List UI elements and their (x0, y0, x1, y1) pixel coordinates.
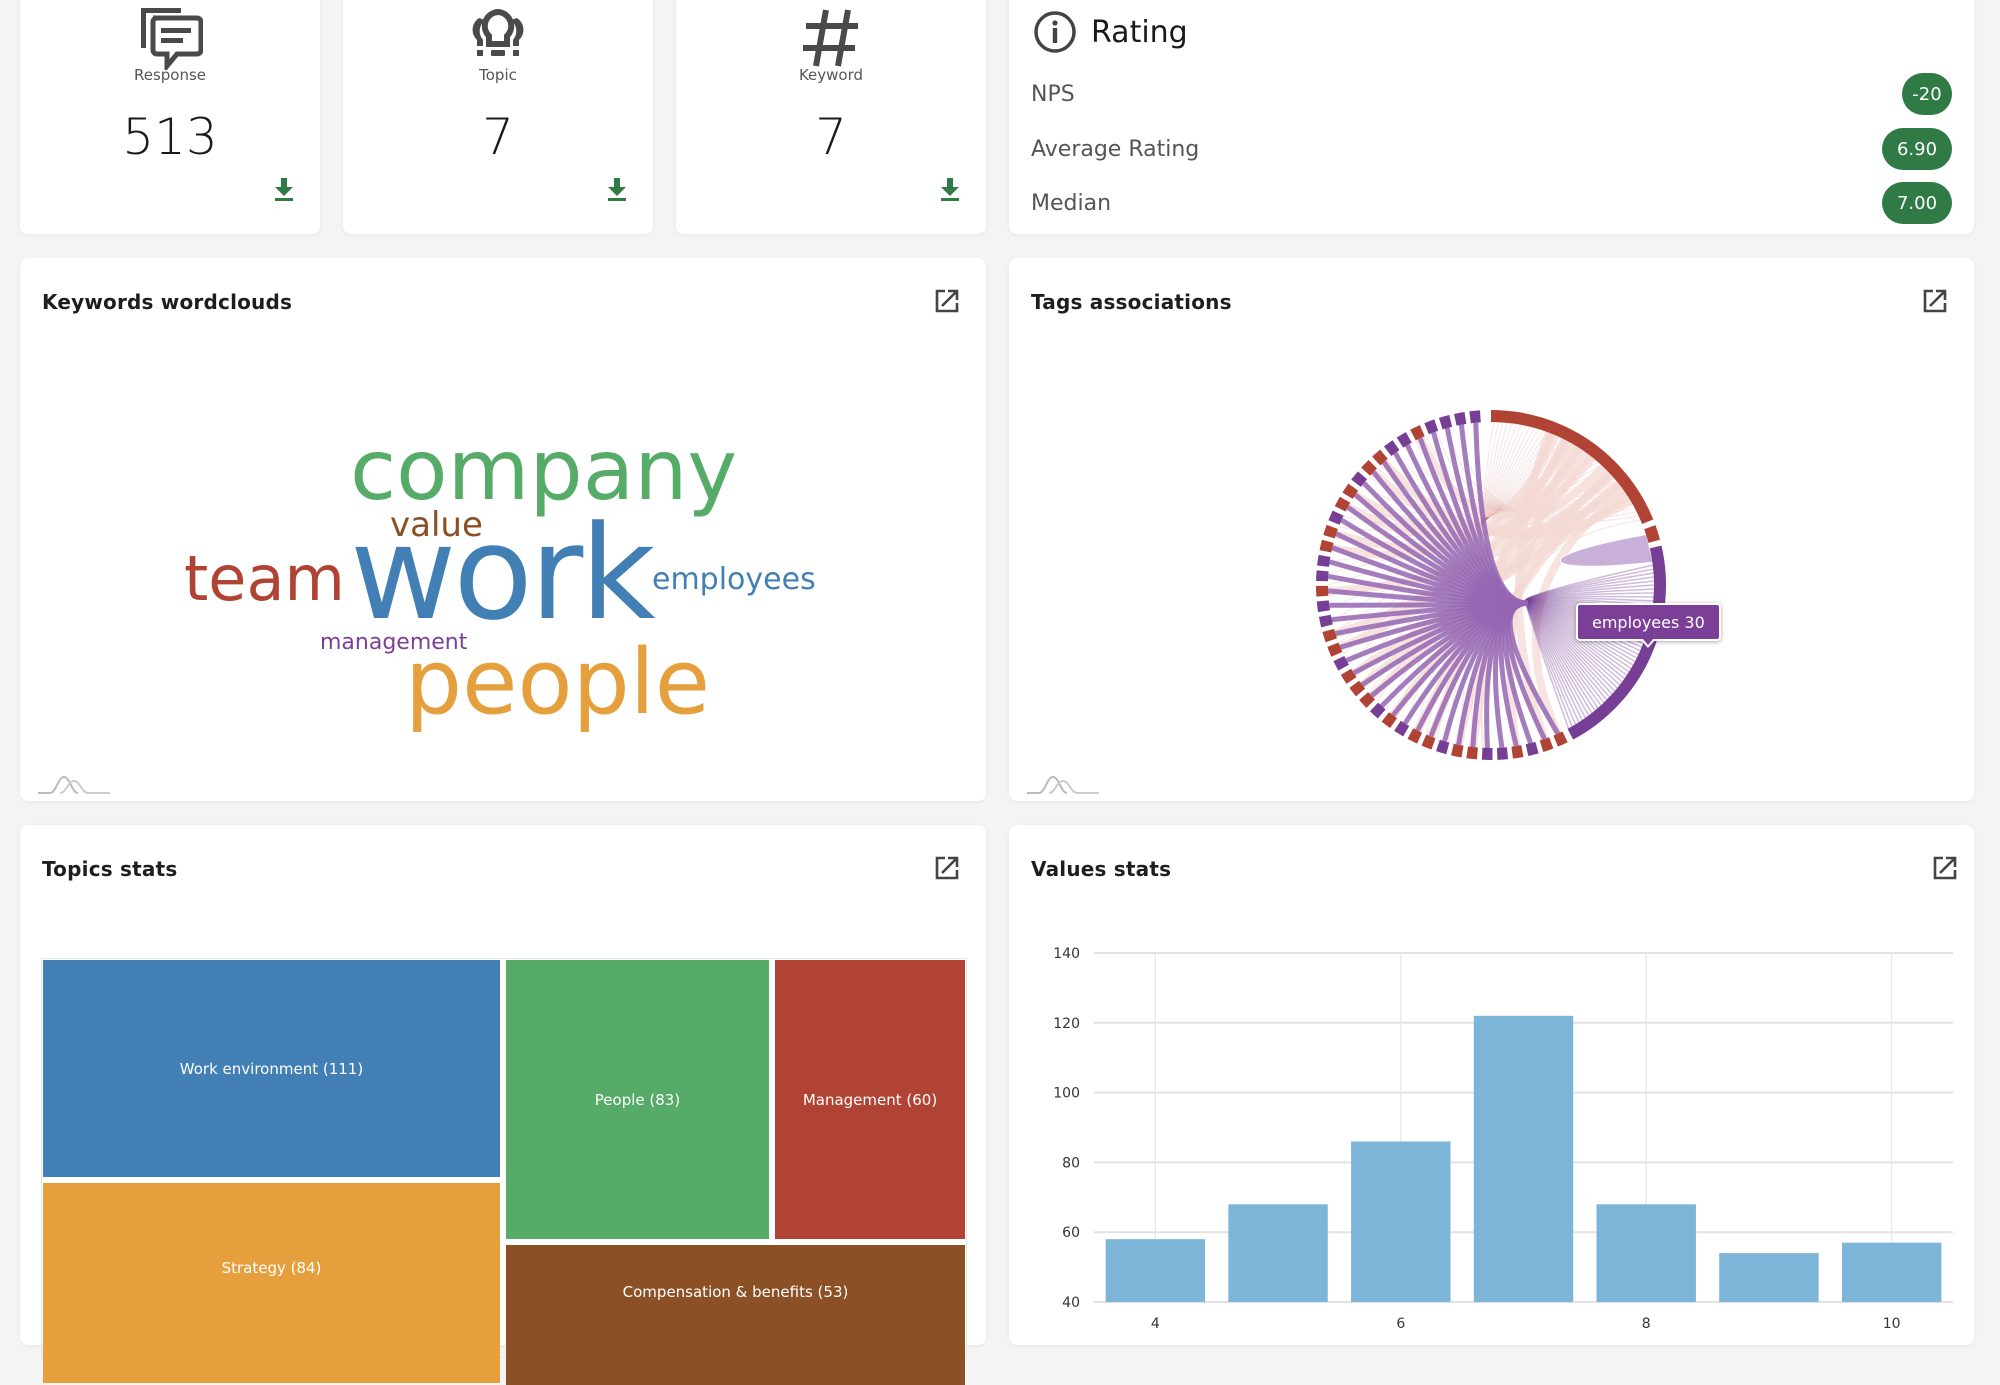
expand-icon[interactable] (934, 855, 960, 881)
wordcloud-word[interactable]: employees (652, 565, 816, 595)
bar-8[interactable] (1596, 1204, 1696, 1302)
rating-row-average: Average Rating 6.90 (1031, 127, 1952, 171)
panel-title: Topics stats (42, 857, 178, 881)
chord-arc-segment[interactable] (1469, 410, 1481, 424)
x-tick-label: 10 (1883, 1316, 1901, 1332)
treemap: Work environment (111) Strategy (84) Peo… (41, 958, 967, 1385)
x-tick-label: 8 (1642, 1316, 1651, 1332)
y-tick-label: 100 (1053, 1086, 1080, 1102)
y-tick-label: 140 (1053, 946, 1080, 962)
chord-arc-segment[interactable] (1319, 539, 1334, 553)
values-stats-panel: Values stats 40 60 80 100 120 140 4 6 8 10 (1009, 825, 1974, 1345)
rating-header: Rating (1033, 10, 1188, 54)
y-tick-label: 120 (1053, 1016, 1080, 1032)
hashtag-icon (676, 4, 986, 68)
treemap-cell-compensation-benefits[interactable]: Compensation & benefits (53) (506, 1245, 965, 1385)
chord-diagram (1316, 410, 1666, 760)
chord-arc-segment[interactable] (1436, 739, 1450, 755)
treemap-cell-management[interactable]: Management (60) (775, 960, 965, 1239)
chord-arc-segment[interactable] (1438, 415, 1453, 430)
info-icon (1034, 11, 1076, 53)
lightbulbs-icon (343, 4, 653, 68)
rating-label: Median (1031, 190, 1112, 216)
rating-row-median: Median 7.00 (1031, 181, 1952, 225)
treemap-cell-people[interactable]: People (83) (506, 960, 769, 1239)
download-icon[interactable] (938, 176, 962, 202)
y-tick-label: 40 (1062, 1295, 1080, 1311)
chord-arc-segment[interactable] (1511, 745, 1524, 759)
x-tick-label: 6 (1396, 1316, 1405, 1332)
stat-card-topic: Topic 7 (343, 0, 653, 234)
chord-arc-segment[interactable] (1451, 743, 1464, 758)
chord-tooltip: employees 30 (1576, 603, 1721, 648)
rating-badge: -20 (1902, 73, 1952, 115)
y-tick-label: 80 (1062, 1155, 1080, 1171)
download-icon[interactable] (605, 176, 629, 202)
rating-card: Rating NPS -20 Average Rating 6.90 Media… (1009, 0, 1974, 234)
x-tick-label: 4 (1151, 1316, 1160, 1332)
chord-arc-segment[interactable] (1525, 741, 1539, 756)
chord-arc-segment[interactable] (1454, 412, 1467, 426)
stat-card-keyword: Keyword 7 (676, 0, 986, 234)
stat-value: 7 (482, 108, 514, 166)
chord-arc-segment[interactable] (1424, 419, 1439, 435)
wordcloud-panel: Keywords wordclouds company value team w… (20, 258, 986, 801)
bar-10[interactable] (1841, 1242, 1942, 1302)
brand-logo-icon (1027, 775, 1099, 794)
bar-6[interactable] (1351, 1141, 1451, 1302)
rating-title: Rating (1091, 14, 1188, 50)
bar-7[interactable] (1473, 1015, 1574, 1302)
brand-logo-icon (38, 775, 110, 794)
chord-arc-segment[interactable] (1317, 554, 1331, 567)
chat-bubbles-icon (20, 4, 320, 70)
stat-label: Response (133, 66, 207, 84)
chord-arc-segment[interactable] (1496, 747, 1509, 760)
stat-label: Keyword (798, 66, 864, 84)
rating-badge: 6.90 (1882, 128, 1952, 170)
stat-label: Topic (479, 66, 517, 84)
chord-arc-segment[interactable] (1481, 747, 1493, 760)
rating-label: Average Rating (1031, 136, 1200, 162)
stat-value: 7 (815, 108, 847, 166)
bar-chart: 40 60 80 100 120 140 4 6 8 10 (1053, 946, 1953, 1332)
treemap-cell-work-environment[interactable]: Work environment (111) (43, 960, 500, 1177)
rating-label: NPS (1031, 81, 1075, 107)
stat-value: 513 (122, 108, 218, 166)
wordcloud-word[interactable]: team (184, 548, 345, 610)
bar-4[interactable] (1105, 1239, 1206, 1302)
rating-row-nps: NPS -20 (1031, 72, 1952, 116)
download-icon[interactable] (272, 176, 296, 202)
tags-associations-panel: Tags associations employees 30 (1009, 258, 1974, 801)
bar-5[interactable] (1228, 1204, 1328, 1302)
treemap-cell-strategy[interactable]: Strategy (84) (43, 1183, 500, 1383)
wordcloud: company value team work employees manage… (20, 258, 986, 801)
bar-9[interactable] (1719, 1253, 1819, 1302)
rating-badge: 7.00 (1882, 182, 1952, 224)
chord-arc-segment[interactable] (1318, 614, 1333, 628)
topics-stats-panel: Topics stats Work environment (111) Stra… (20, 825, 986, 1385)
wordcloud-word[interactable]: work (350, 508, 656, 638)
wordcloud-word[interactable]: people (405, 638, 710, 728)
chord-arc-segment[interactable] (1316, 600, 1330, 613)
chord-arc-segment[interactable] (1316, 585, 1329, 597)
stat-card-response: Response 513 (20, 0, 320, 234)
chord-ribbons (1327, 421, 1655, 749)
y-tick-label: 60 (1062, 1225, 1080, 1241)
chord-arc-segment[interactable] (1466, 746, 1478, 760)
chord-arc-segment[interactable] (1316, 570, 1329, 582)
